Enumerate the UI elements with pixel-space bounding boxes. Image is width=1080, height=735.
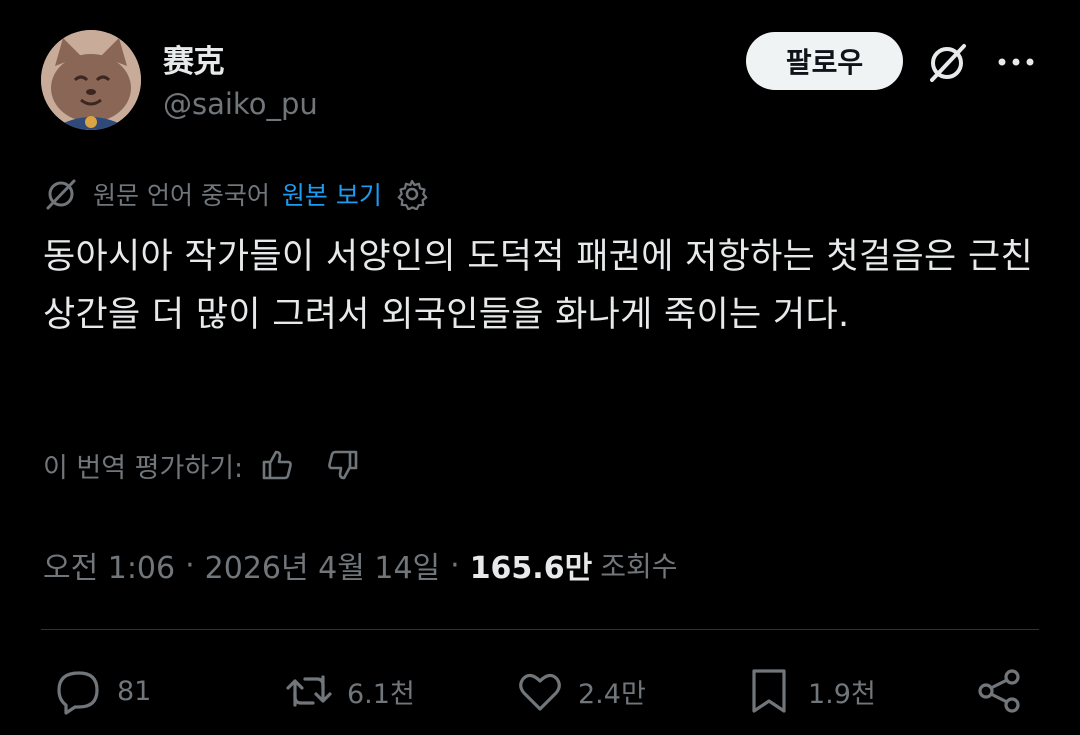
views-label: 조회수 [600,550,678,583]
repost-icon [286,675,332,707]
share-button[interactable] [975,665,1037,717]
reply-count: 81 [117,675,152,707]
tweet-text: 동아시아 작가들이 서양인의 도덕적 패권에 저항하는 첫걸음은 근친상간을 더… [43,237,1033,335]
views-count[interactable]: 165.6만 [470,543,593,587]
follow-button[interactable]: 팔로우 [746,32,903,90]
gear-icon[interactable] [396,178,428,210]
translation-rating: 이 번역 평가하기: [43,442,361,488]
rating-label: 이 번역 평가하기: [43,452,244,484]
thumbs-down-icon[interactable] [325,447,361,483]
meta-separator: · [185,547,195,583]
reply-button[interactable]: 81 [55,665,151,717]
avatar[interactable] [41,30,141,130]
tweet-time[interactable]: 오전 1:06 [43,543,175,587]
like-button[interactable]: 2.4만 [516,665,646,717]
bookmark-icon [752,669,786,713]
source-language-label: 원문 언어 중국어 [93,181,270,210]
author-display-name[interactable]: 赛克 [163,36,225,81]
repost-button[interactable]: 6.1천 [285,665,415,717]
grok-translate-icon [46,179,76,210]
repost-count: 6.1천 [347,678,415,710]
tweet-metadata: 오전 1:06 · 2026년 4월 14일 · 165.6만 조회수 [43,541,677,589]
cat-avatar-icon [41,30,141,130]
author-handle[interactable]: @saiko_pu [163,87,318,121]
thumbs-up-icon[interactable] [259,447,295,483]
grok-icon[interactable] [924,40,970,86]
more-options-icon[interactable] [996,44,1036,80]
meta-separator: · [450,547,460,583]
share-icon [978,669,1020,713]
heart-icon [519,673,561,711]
reply-icon [57,671,99,715]
tweet-date[interactable]: 2026년 4월 14일 [205,543,440,587]
view-original-link[interactable]: 원본 보기 [282,176,382,212]
like-count: 2.4만 [578,678,646,710]
translation-bar: 원문 언어 중국어 원본 보기 [43,172,428,216]
divider [41,629,1039,630]
bookmark-button[interactable]: 1.9천 [746,665,876,717]
bookmark-count: 1.9천 [808,678,876,710]
